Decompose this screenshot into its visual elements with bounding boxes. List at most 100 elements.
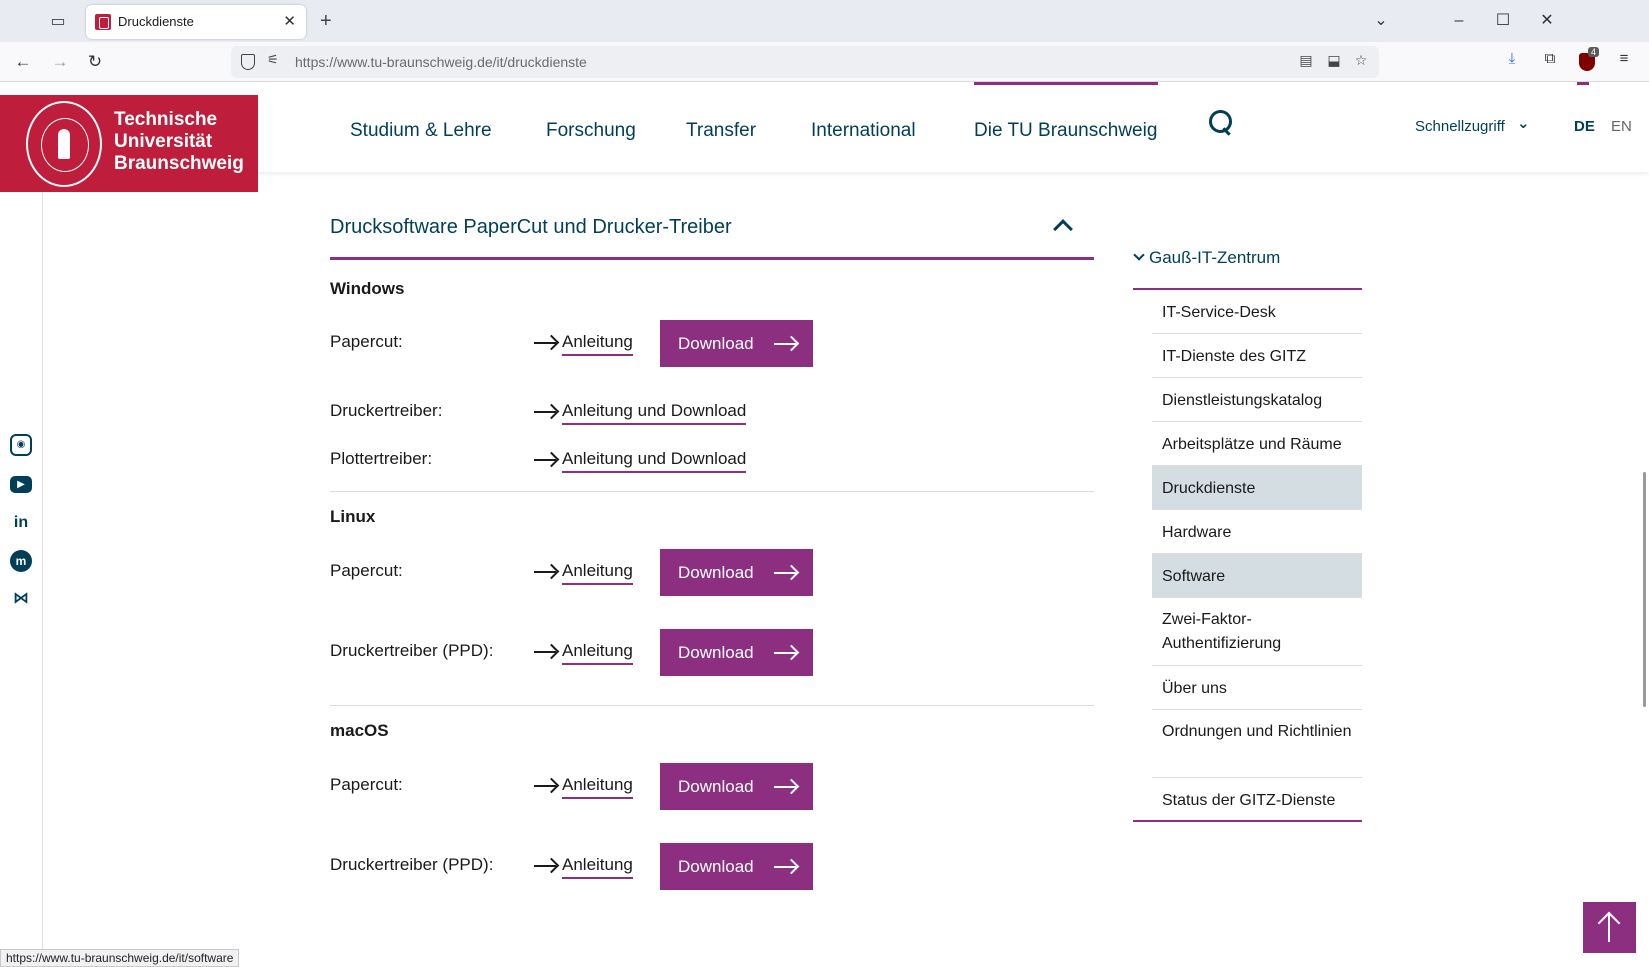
header-accent-mark <box>1577 82 1589 85</box>
section-divider <box>330 705 1094 706</box>
arrow-right-icon <box>534 859 558 873</box>
sidebar-item-status[interactable]: Status der GITZ-Dienste <box>1152 778 1362 822</box>
section-divider <box>330 491 1094 492</box>
arrow-right-icon <box>534 405 558 419</box>
extensions-icon[interactable]: ⧉ <box>1538 50 1562 67</box>
section-heading-linux: Linux <box>330 507 376 526</box>
anleitung-und-download-link[interactable]: Anleitung und Download <box>534 449 747 473</box>
anleitung-link[interactable]: Anleitung <box>534 561 633 585</box>
chevron-down-icon[interactable]: ⌄ <box>1517 114 1530 132</box>
youtube-icon[interactable]: ▶ <box>10 476 32 493</box>
sidebar-item-it-dienste[interactable]: IT-Dienste des GITZ <box>1152 334 1362 378</box>
anleitung-und-download-link[interactable]: Anleitung und Download <box>534 401 747 425</box>
download-button[interactable]: Download <box>660 763 813 810</box>
nav-forschung[interactable]: Forschung <box>546 120 636 142</box>
tab-overview-icon[interactable]: ▭ <box>46 10 70 34</box>
tracking-shield-icon[interactable] <box>241 54 255 70</box>
row-label: Druckertreiber: <box>330 401 443 420</box>
downloads-icon[interactable]: ⤓ <box>1500 50 1524 67</box>
reload-icon[interactable]: ↻ <box>82 49 108 75</box>
sidebar-item-hardware[interactable]: Hardware <box>1152 510 1362 554</box>
instagram-icon[interactable]: ◉ <box>10 434 32 456</box>
forward-icon[interactable]: → <box>47 49 73 75</box>
arrow-right-icon <box>534 336 558 350</box>
university-seal-icon <box>26 101 102 187</box>
close-tab-icon[interactable]: ✕ <box>283 12 296 30</box>
nav-international[interactable]: International <box>811 120 916 142</box>
site-header: Technische Universität Braunschweig Stud… <box>0 82 1649 192</box>
tab-bar: ▭ Druckdienste ✕ + ⌄ – ☐ ✕ <box>0 0 1649 42</box>
section-heading-macos: macOS <box>330 721 389 740</box>
extension-badge: 4 <box>1588 47 1600 57</box>
url-text[interactable]: https://www.tu-braunschweig.de/it/druckd… <box>295 54 587 70</box>
sidebar-item-ordnungen[interactable]: Ordnungen und Richtlinien <box>1152 710 1362 778</box>
permissions-icon[interactable]: ⚟ <box>267 52 279 68</box>
url-bar[interactable]: ⚟ https://www.tu-braunschweig.de/it/druc… <box>231 46 1379 78</box>
section-heading-windows: Windows <box>330 279 405 298</box>
social-rail: ◉ ▶ in m ⋈ <box>0 172 43 967</box>
sidebar-bottom-line <box>1133 820 1362 822</box>
anleitung-link[interactable]: Anleitung <box>534 332 633 356</box>
row-label: Plottertreiber: <box>330 449 433 468</box>
menu-icon[interactable]: ≡ <box>1612 50 1636 67</box>
row-label: Papercut: <box>330 775 403 794</box>
mastodon-icon[interactable]: m <box>10 550 32 572</box>
back-to-top-button[interactable] <box>1583 902 1636 953</box>
linkedin-icon[interactable]: in <box>10 512 32 534</box>
quick-access-menu[interactable]: Schnellzugriff <box>1415 118 1505 135</box>
back-icon[interactable]: ← <box>10 49 36 75</box>
tu-braunschweig-logo[interactable]: Technische Universität Braunschweig <box>0 95 258 192</box>
save-to-pocket-icon[interactable]: ⬓ <box>1323 52 1345 69</box>
lang-en[interactable]: EN <box>1611 118 1632 135</box>
chevron-down-icon[interactable]: ⌄ <box>1367 8 1395 34</box>
logo-text: Technische Universität Braunschweig <box>114 109 244 174</box>
download-button[interactable]: Download <box>660 320 813 367</box>
nav-studium-lehre[interactable]: Studium & Lehre <box>350 120 492 142</box>
active-nav-indicator <box>974 82 1158 85</box>
close-window-icon[interactable]: ✕ <box>1533 8 1561 34</box>
accordion-underline <box>330 257 1094 260</box>
status-bar-url: https://www.tu-braunschweig.de/it/softwa… <box>0 949 240 967</box>
row-label: Papercut: <box>330 561 403 580</box>
maximize-icon[interactable]: ☐ <box>1489 8 1517 34</box>
arrow-right-icon <box>534 565 558 579</box>
accordion-title[interactable]: Drucksoftware PaperCut und Drucker-Treib… <box>330 216 732 239</box>
chevron-down-icon <box>1133 249 1145 261</box>
row-label: Druckertreiber (PPD): <box>330 855 494 874</box>
sidebar-item-arbeitsplaetze[interactable]: Arbeitsplätze und Räume <box>1152 422 1362 466</box>
new-tab-icon[interactable]: + <box>320 9 332 33</box>
navigation-toolbar: ← → ↻ ⚟ https://www.tu-braunschweig.de/i… <box>0 42 1649 82</box>
download-button[interactable]: Download <box>660 549 813 596</box>
nav-die-tu-braunschweig[interactable]: Die TU Braunschweig <box>974 120 1157 142</box>
arrow-right-icon <box>534 453 558 467</box>
row-label: Papercut: <box>330 332 403 351</box>
sidebar-title[interactable]: Gauß-IT-Zentrum <box>1133 248 1280 268</box>
anleitung-link[interactable]: Anleitung <box>534 641 633 665</box>
arrow-right-icon <box>774 860 798 874</box>
anleitung-link[interactable]: Anleitung <box>534 775 633 799</box>
tab-druckdienste[interactable]: Druckdienste ✕ <box>86 5 306 39</box>
search-icon[interactable] <box>1209 110 1235 138</box>
reader-view-icon[interactable]: ▤ <box>1295 52 1317 69</box>
minimize-icon[interactable]: – <box>1445 8 1473 34</box>
browser-window: ▭ Druckdienste ✕ + ⌄ – ☐ ✕ ← → ↻ ⚟ https… <box>0 0 1649 967</box>
bluesky-icon[interactable]: ⋈ <box>10 588 32 610</box>
bookmark-star-icon[interactable]: ☆ <box>1350 52 1372 69</box>
lang-de[interactable]: DE <box>1574 118 1595 135</box>
download-button[interactable]: Download <box>660 843 813 890</box>
scrollbar-thumb[interactable] <box>1643 472 1646 707</box>
tu-favicon-icon <box>95 14 111 30</box>
sidebar-item-zwei-faktor[interactable]: Zwei-Faktor-Authentifizierung <box>1152 598 1362 666</box>
chevron-up-icon[interactable] <box>1053 219 1073 239</box>
row-label: Druckertreiber (PPD): <box>330 641 494 660</box>
download-button[interactable]: Download <box>660 629 813 676</box>
sidebar-item-druckdienste[interactable]: Druckdienste <box>1152 466 1362 510</box>
nav-transfer[interactable]: Transfer <box>686 120 756 142</box>
arrow-right-icon <box>774 780 798 794</box>
sidebar-item-software[interactable]: Software <box>1152 554 1362 598</box>
tab-title: Druckdienste <box>118 14 194 29</box>
anleitung-link[interactable]: Anleitung <box>534 855 633 879</box>
sidebar-item-dienstleistungskatalog[interactable]: Dienstleistungskatalog <box>1152 378 1362 422</box>
sidebar-item-ueber-uns[interactable]: Über uns <box>1152 666 1362 710</box>
sidebar-item-it-service-desk[interactable]: IT-Service-Desk <box>1152 290 1362 334</box>
